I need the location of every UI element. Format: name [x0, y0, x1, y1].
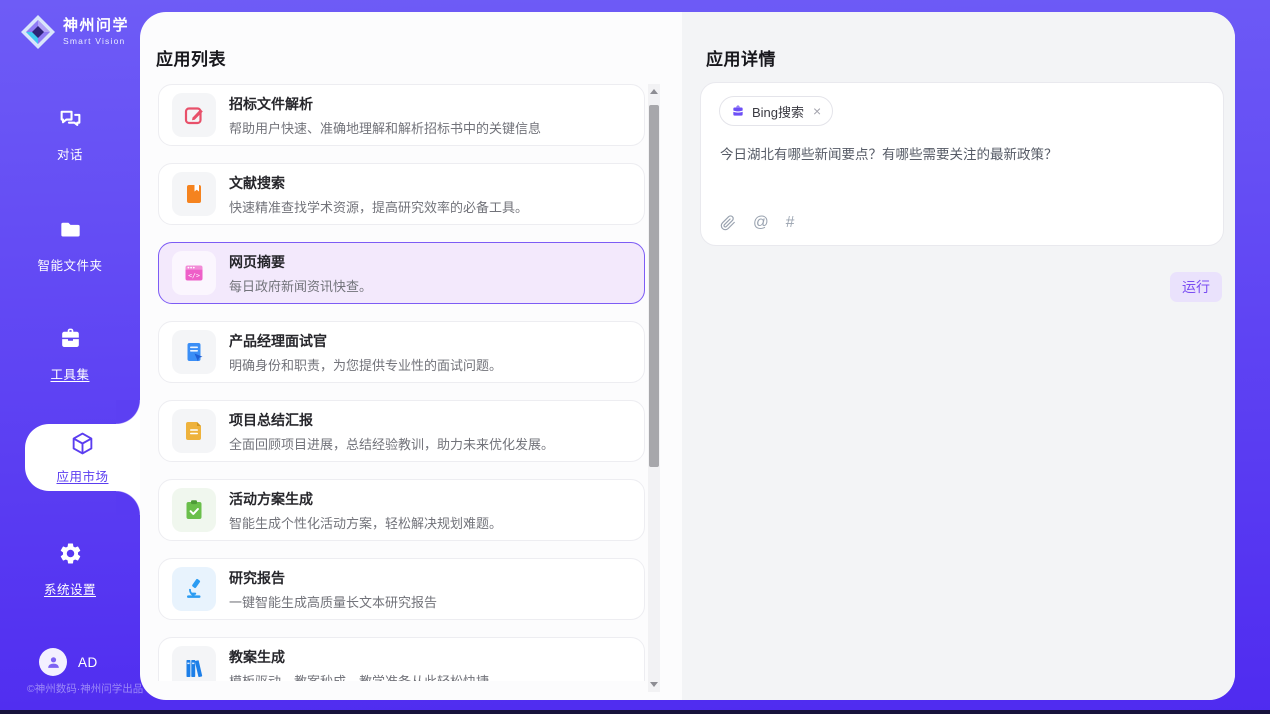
app-card-texts: 文献搜索快速精准查找学术资源，提高研究效率的必备工具。	[229, 173, 528, 216]
report-icon	[172, 409, 216, 453]
user-row[interactable]: AD	[39, 648, 98, 676]
diamond-logo-icon	[19, 13, 57, 51]
run-button[interactable]: 运行	[1170, 272, 1222, 302]
sidebar-item-label: 智能文件夹	[37, 255, 102, 274]
microscope-icon	[172, 567, 216, 611]
hash-icon[interactable]: #	[786, 215, 795, 231]
sidebar-item-cube[interactable]: 应用市场	[25, 424, 140, 491]
app-card[interactable]: 研究报告一键智能生成高质量长文本研究报告	[158, 558, 645, 620]
scrollbar-thumb[interactable]	[649, 105, 659, 467]
person-icon	[45, 654, 62, 671]
app-list: 招标文件解析帮助用户快速、准确地理解和解析招标书中的关键信息文献搜索快速精准查找…	[158, 84, 647, 681]
app-card[interactable]: 项目总结汇报全面回顾项目进展，总结经验教训，助力未来优化发展。	[158, 400, 645, 462]
close-icon[interactable]: ×	[813, 104, 821, 118]
app-detail-title: 应用详情	[706, 45, 776, 70]
app-card-texts: 研究报告一键智能生成高质量长文本研究报告	[229, 568, 437, 611]
sidebar-item-gear[interactable]: 系统设置	[0, 541, 140, 598]
app-card-description: 智能生成个性化活动方案，轻松解决规划难题。	[229, 513, 502, 532]
scrollbar[interactable]	[648, 84, 660, 692]
book-icon	[172, 172, 216, 216]
app-card-description: 帮助用户快速、准确地理解和解析招标书中的关键信息	[229, 118, 541, 137]
web-icon: </>	[172, 251, 216, 295]
window-bottom-edge	[0, 710, 1270, 714]
scroll-up-arrow[interactable]	[650, 89, 658, 94]
svg-text:</>: </>	[188, 271, 200, 279]
app-card[interactable]: 招标文件解析帮助用户快速、准确地理解和解析招标书中的关键信息	[158, 84, 645, 146]
app-card-title: 产品经理面试官	[229, 331, 502, 351]
app-card-description: 全面回顾项目进展，总结经验教训，助力未来优化发展。	[229, 434, 554, 453]
tool-tag-label: Bing搜索	[752, 102, 804, 121]
app-card-description: 每日政府新闻资讯快查。	[229, 276, 372, 295]
app-card[interactable]: 产品经理面试官明确身份和职责，为您提供专业性的面试问题。	[158, 321, 645, 383]
sidebar-item-label: 应用市场	[56, 466, 108, 485]
app-card-title: 研究报告	[229, 568, 437, 588]
app-card[interactable]: </> 网页摘要每日政府新闻资讯快查。	[158, 242, 645, 304]
brand-name: 神州问学	[63, 18, 129, 35]
app-card-texts: 项目总结汇报全面回顾项目进展，总结经验教训，助力未来优化发展。	[229, 410, 554, 453]
app-card-texts: 网页摘要每日政府新闻资讯快查。	[229, 252, 372, 295]
app-detail-panel: 应用详情 Bing搜索 × 今日湖北有哪些新闻要点？有哪些需要关注的最新政策？ …	[682, 12, 1235, 700]
app-logo: 神州问学 Smart Vision	[19, 13, 129, 51]
sidebar-item-chat[interactable]: 对话	[0, 106, 140, 163]
app-card-texts: 招标文件解析帮助用户快速、准确地理解和解析招标书中的关键信息	[229, 94, 541, 137]
clipboard-icon	[172, 488, 216, 532]
app-card-description: 明确身份和职责，为您提供专业性的面试问题。	[229, 355, 502, 374]
briefcase-icon	[731, 104, 745, 118]
scroll-down-arrow[interactable]	[650, 682, 658, 687]
chat-icon	[58, 106, 83, 136]
app-card-title: 招标文件解析	[229, 94, 541, 114]
user-name: AD	[78, 655, 98, 670]
sidebar: 神州问学 Smart Vision 对话智能文件夹工具集 应用市场系统设置 AD…	[0, 0, 140, 710]
app-card-description: 一键智能生成高质量长文本研究报告	[229, 592, 437, 611]
avatar[interactable]	[39, 648, 67, 676]
app-card-title: 网页摘要	[229, 252, 372, 272]
app-card-title: 文献搜索	[229, 173, 528, 193]
app-card-texts: 教案生成模板驱动，教案秒成，教学准备从此轻松快捷	[229, 647, 489, 682]
app-card-description: 模板驱动，教案秒成，教学准备从此轻松快捷	[229, 671, 489, 682]
cube-icon	[70, 431, 95, 461]
app-card[interactable]: 文献搜索快速精准查找学术资源，提高研究效率的必备工具。	[158, 163, 645, 225]
folder-icon	[58, 217, 83, 247]
app-card-texts: 活动方案生成智能生成个性化活动方案，轻松解决规划难题。	[229, 489, 502, 532]
app-card-title: 活动方案生成	[229, 489, 502, 509]
composer-toolbar: @#	[720, 215, 794, 231]
brand-subtitle: Smart Vision	[63, 36, 129, 46]
app-list-panel: 应用列表 招标文件解析帮助用户快速、准确地理解和解析招标书中的关键信息文献搜索快…	[140, 12, 682, 700]
gear-icon	[58, 541, 83, 571]
main-container: 应用列表 招标文件解析帮助用户快速、准确地理解和解析招标书中的关键信息文献搜索快…	[140, 12, 1235, 700]
query-text[interactable]: 今日湖北有哪些新闻要点？有哪些需要关注的最新政策？	[720, 145, 1202, 165]
at-icon[interactable]: @	[753, 215, 769, 231]
edit-icon	[172, 93, 216, 137]
books-icon	[172, 646, 216, 681]
sidebar-item-toolbox[interactable]: 工具集	[0, 326, 140, 383]
sidebar-item-label: 系统设置	[44, 579, 96, 598]
app-list-title: 应用列表	[156, 45, 226, 70]
sidebar-item-folder[interactable]: 智能文件夹	[0, 217, 140, 274]
app-card-texts: 产品经理面试官明确身份和职责，为您提供专业性的面试问题。	[229, 331, 502, 374]
prompt-input-card[interactable]: Bing搜索 × 今日湖北有哪些新闻要点？有哪些需要关注的最新政策？ @#	[700, 82, 1224, 246]
sidebar-item-label: 对话	[57, 144, 83, 163]
toolbox-icon	[58, 326, 83, 356]
sidebar-item-label: 工具集	[50, 364, 89, 383]
app-card-title: 项目总结汇报	[229, 410, 554, 430]
copyright-footer: ©神州数码·神州问学出品	[0, 681, 160, 696]
app-card-title: 教案生成	[229, 647, 489, 667]
tool-tag-bing-search[interactable]: Bing搜索 ×	[719, 96, 833, 126]
app-card[interactable]: 活动方案生成智能生成个性化活动方案，轻松解决规划难题。	[158, 479, 645, 541]
paperclip-icon[interactable]	[720, 215, 736, 231]
app-card-description: 快速精准查找学术资源，提高研究效率的必备工具。	[229, 197, 528, 216]
resume-icon	[172, 330, 216, 374]
app-card[interactable]: 教案生成模板驱动，教案秒成，教学准备从此轻松快捷	[158, 637, 645, 681]
